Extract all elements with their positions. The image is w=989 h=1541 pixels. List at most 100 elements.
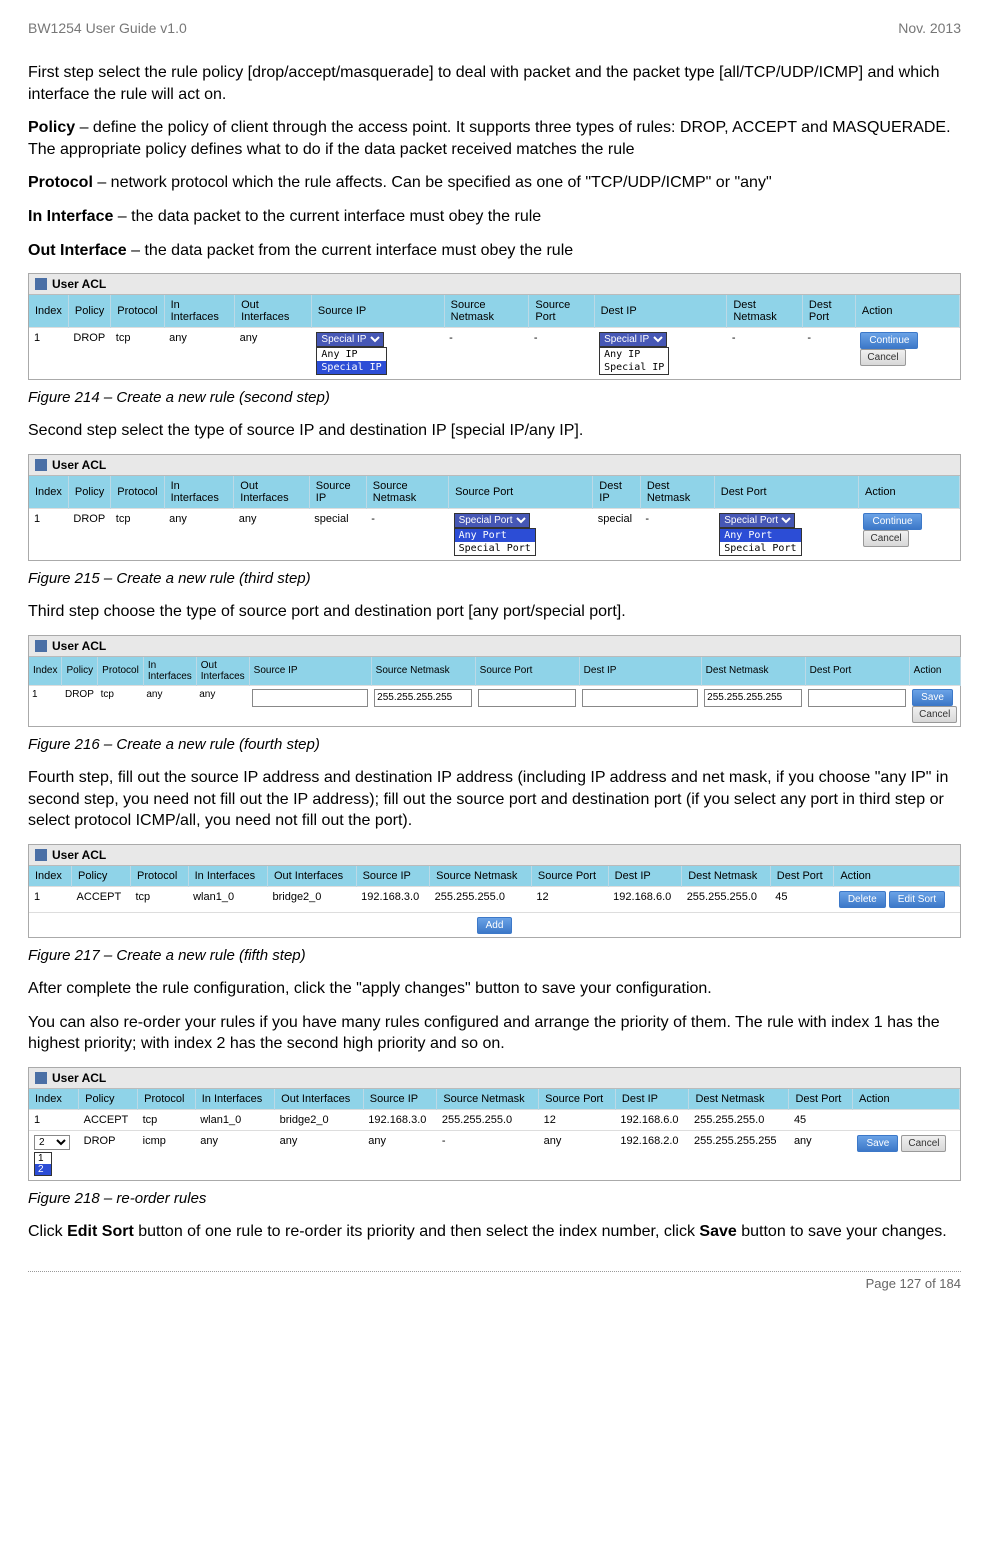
option-special-ip[interactable]: Special IP — [317, 361, 385, 374]
th-protocol: Protocol — [131, 866, 189, 887]
th-destip: Dest IP — [594, 295, 727, 328]
cell-action: Save Cancel — [909, 685, 960, 726]
option-any-ip[interactable]: Any IP — [600, 348, 668, 361]
body-text: Protocol – network protocol which the ru… — [28, 172, 961, 194]
cell-srcmask: 255.255.255.0 — [437, 1109, 539, 1130]
dest-port-options[interactable]: Any Port Special Port — [719, 528, 801, 556]
acl-table: Index Policy Protocol In Interfaces Out … — [29, 1089, 960, 1180]
cell-srcport: - — [529, 328, 594, 380]
table-header-row: Index Policy Protocol In Interfaces Out … — [29, 866, 960, 887]
cancel-button[interactable]: Cancel — [901, 1135, 946, 1152]
th-srcmask: Source Netmask — [371, 657, 475, 686]
option-any-port[interactable]: Any Port — [455, 529, 535, 542]
th-policy: Policy — [79, 1089, 138, 1110]
cell-destport: 45 — [770, 886, 834, 912]
option-special-port[interactable]: Special Port — [720, 542, 800, 555]
figure-caption: Figure 217 – Create a new rule (fifth st… — [28, 946, 961, 966]
cell-destport: 45 — [789, 1109, 853, 1130]
cell-inif: wlan1_0 — [188, 886, 267, 912]
cell-action: Delete Edit Sort — [834, 886, 960, 912]
doc-title: BW1254 User Guide v1.0 — [28, 20, 187, 36]
option-any-ip[interactable]: Any IP — [317, 348, 385, 361]
panel-icon — [35, 849, 47, 861]
cell-destmask: 255.255.255.0 — [689, 1109, 789, 1130]
th-outif: Out Interfaces — [234, 476, 309, 509]
th-srcip: Source IP — [356, 866, 430, 887]
cell-action: Continue Cancel — [855, 328, 959, 380]
option-1[interactable]: 1 — [35, 1153, 51, 1164]
panel-title: User ACL — [29, 274, 960, 295]
index-select[interactable]: 2 — [34, 1135, 70, 1150]
dest-port-input[interactable] — [808, 689, 906, 707]
th-index: Index — [29, 866, 72, 887]
dest-mask-input[interactable] — [704, 689, 802, 707]
dest-ip-select[interactable]: Special IP — [599, 332, 667, 347]
th-srcport: Source Port — [529, 295, 594, 328]
edit-sort-button[interactable]: Edit Sort — [889, 891, 945, 908]
source-ip-input[interactable] — [252, 689, 368, 707]
option-special-port[interactable]: Special Port — [455, 542, 535, 555]
delete-button[interactable]: Delete — [839, 891, 886, 908]
cell-protocol: tcp — [131, 886, 189, 912]
text-fragment: Click — [28, 1223, 67, 1240]
dest-ip-input[interactable] — [582, 689, 698, 707]
save-button[interactable]: Save — [912, 689, 953, 706]
dest-ip-options[interactable]: Any IP Special IP — [599, 347, 669, 375]
th-destip: Dest IP — [608, 866, 682, 887]
body-text: Click Edit Sort button of one rule to re… — [28, 1221, 961, 1243]
cell-inif: any — [143, 685, 196, 726]
source-ip-options[interactable]: Any IP Special IP — [316, 347, 386, 375]
cell-destmask: - — [727, 328, 803, 380]
cell-inif: any — [164, 509, 234, 561]
option-special-ip[interactable]: Special IP — [600, 361, 668, 374]
th-srcip: Source IP — [363, 1089, 437, 1110]
cell-protocol: icmp — [138, 1130, 196, 1180]
cell-srcip: any — [363, 1130, 437, 1180]
save-button[interactable]: Save — [857, 1135, 898, 1152]
user-acl-panel-216: User ACL Index Policy Protocol In Interf… — [28, 635, 961, 727]
source-port-options[interactable]: Any Port Special Port — [454, 528, 536, 556]
option-any-port[interactable]: Any Port — [720, 529, 800, 542]
th-destmask: Dest Netmask — [640, 476, 714, 509]
cell-index: 1 — [29, 328, 68, 380]
th-index: Index — [29, 295, 68, 328]
cell-destport — [805, 685, 909, 726]
cell-destip — [579, 685, 701, 726]
body-text: In Interface – the data packet to the cu… — [28, 206, 961, 228]
cell-srcmask: - — [366, 509, 448, 561]
cell-outif: bridge2_0 — [275, 1109, 364, 1130]
cancel-button[interactable]: Cancel — [860, 349, 905, 366]
figure-caption: Figure 218 – re-order rules — [28, 1189, 961, 1209]
cancel-button[interactable]: Cancel — [863, 530, 908, 547]
cell-outif: bridge2_0 — [267, 886, 356, 912]
index-options[interactable]: 1 2 — [34, 1152, 52, 1176]
user-acl-panel-214: User ACL Index Policy Protocol In Interf… — [28, 273, 961, 380]
source-port-select[interactable]: Special Port — [454, 513, 530, 528]
source-port-input[interactable] — [478, 689, 576, 707]
th-destport: Dest Port — [770, 866, 834, 887]
continue-button[interactable]: Continue — [863, 513, 921, 530]
continue-button[interactable]: Continue — [860, 332, 918, 349]
source-ip-select[interactable]: Special IP — [316, 332, 384, 347]
th-protocol: Protocol — [98, 657, 144, 686]
figure-caption: Figure 214 – Create a new rule (second s… — [28, 388, 961, 408]
figure-caption: Figure 215 – Create a new rule (third st… — [28, 569, 961, 589]
option-2[interactable]: 2 — [35, 1164, 51, 1175]
th-outif: Out Interfaces — [267, 866, 356, 887]
table-header-row: Index Policy Protocol In Interfaces Out … — [29, 476, 960, 509]
cell-destmask: - — [640, 509, 714, 561]
add-button[interactable]: Add — [477, 917, 513, 934]
panel-title: User ACL — [29, 1068, 960, 1089]
term-out-interface: Out Interface — [28, 242, 127, 259]
text-bold: Save — [699, 1223, 736, 1240]
th-policy: Policy — [72, 866, 131, 887]
th-destmask: Dest Netmask — [689, 1089, 789, 1110]
table-row: 1 ACCEPT tcp wlan1_0 bridge2_0 192.168.3… — [29, 1109, 960, 1130]
source-mask-input[interactable] — [374, 689, 472, 707]
th-srcip: Source IP — [249, 657, 371, 686]
dest-port-select[interactable]: Special Port — [719, 513, 795, 528]
add-bar: Add — [29, 912, 960, 937]
cell-policy: ACCEPT — [72, 886, 131, 912]
cancel-button[interactable]: Cancel — [912, 706, 957, 723]
panel-label: User ACL — [52, 277, 106, 291]
